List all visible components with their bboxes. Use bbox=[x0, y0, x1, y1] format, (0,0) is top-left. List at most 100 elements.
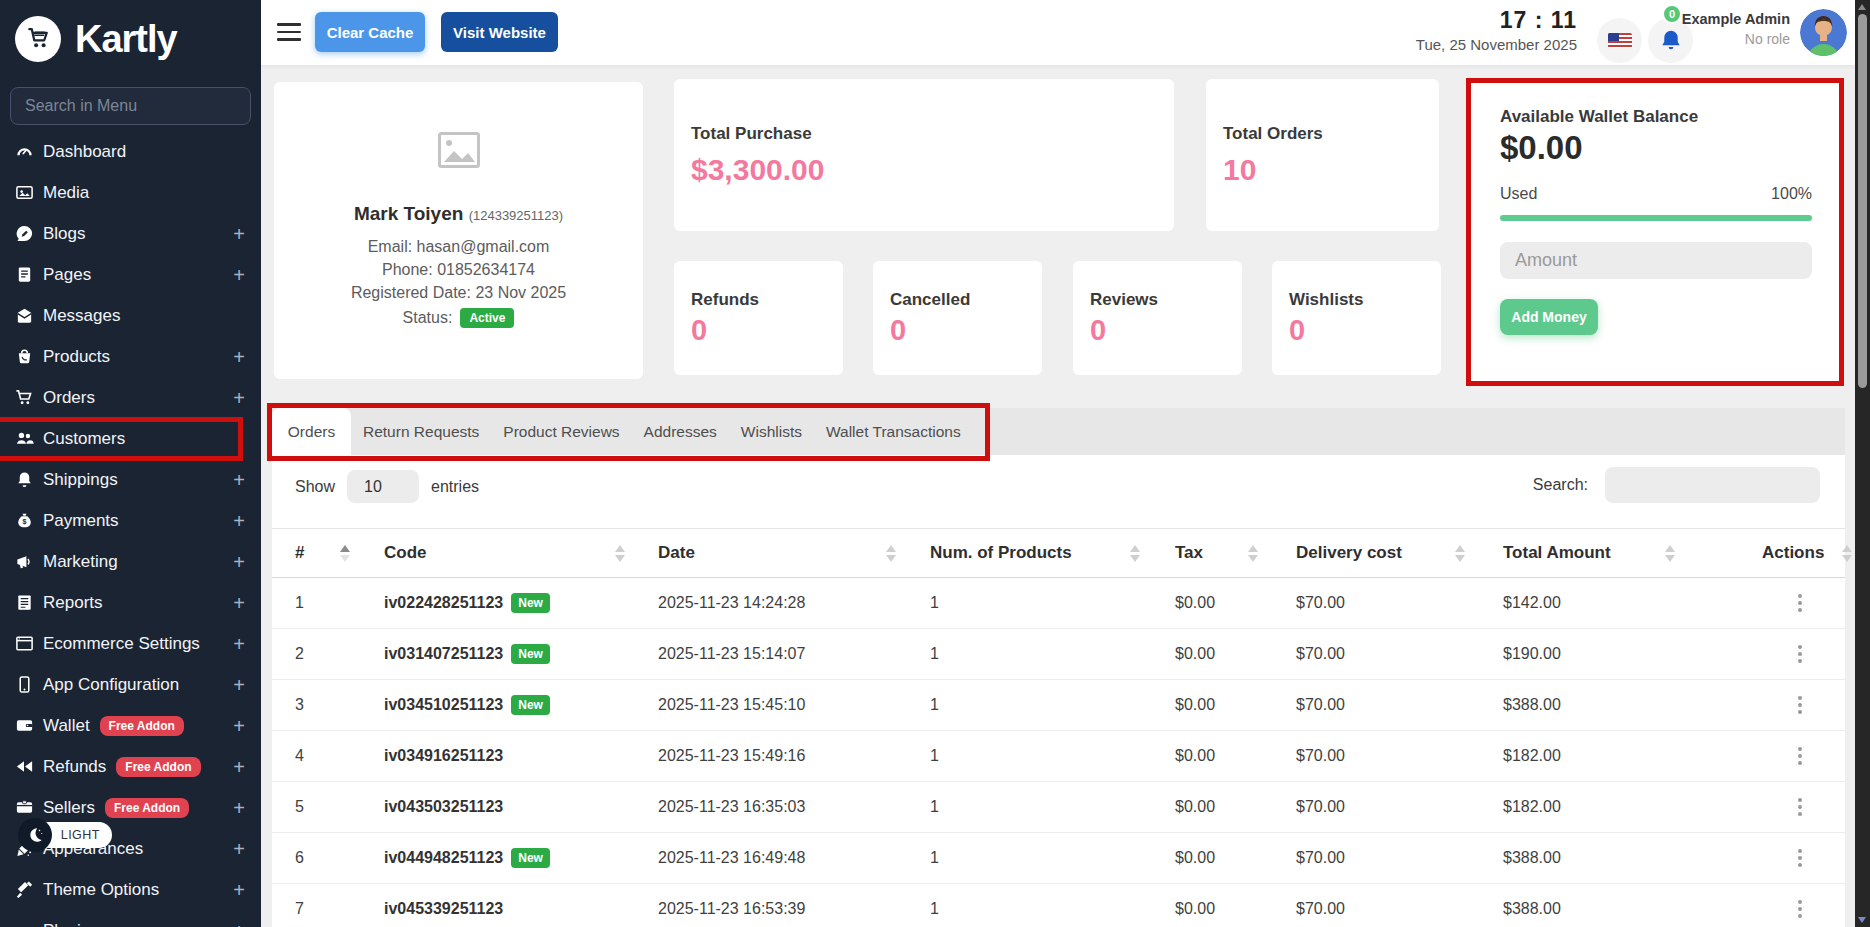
tab-product-reviews[interactable]: Product Reviews bbox=[491, 408, 631, 455]
column-header-tax[interactable]: Tax bbox=[1175, 529, 1296, 577]
column-header--[interactable]: # bbox=[295, 529, 384, 577]
sidebar-item-label: Pages bbox=[43, 265, 91, 285]
expand-plus-icon[interactable]: + bbox=[233, 755, 245, 778]
user-menu[interactable]: Example Admin No role bbox=[1682, 11, 1790, 47]
reports-icon bbox=[15, 593, 34, 612]
row-actions-menu[interactable] bbox=[1798, 696, 1802, 714]
tab-orders[interactable]: Orders bbox=[272, 408, 351, 455]
expand-plus-icon[interactable]: + bbox=[233, 386, 245, 409]
tab-wishlists[interactable]: Wishlists bbox=[729, 408, 814, 455]
stat-label: Reviews bbox=[1090, 290, 1242, 310]
sidebar-item-media[interactable]: Media bbox=[0, 172, 261, 213]
sidebar-item-label: Messages bbox=[43, 306, 120, 326]
expand-plus-icon[interactable]: + bbox=[233, 837, 245, 860]
sidebar-item-app-configuration[interactable]: App Configuration + bbox=[0, 664, 261, 705]
expand-plus-icon[interactable]: + bbox=[233, 468, 245, 491]
sidebar-item-payments[interactable]: $Payments+ bbox=[0, 500, 261, 541]
cell-code[interactable]: iv034916251123 bbox=[384, 731, 658, 781]
sort-icon[interactable] bbox=[886, 545, 896, 562]
amount-input[interactable] bbox=[1500, 242, 1812, 279]
expand-plus-icon[interactable]: + bbox=[233, 673, 245, 696]
sort-icon[interactable] bbox=[1248, 545, 1258, 562]
column-header-actions[interactable]: Actions bbox=[1762, 529, 1832, 577]
expand-plus-icon[interactable]: + bbox=[233, 796, 245, 819]
tab-return-requests[interactable]: Return Requests bbox=[351, 408, 491, 455]
theme-toggle[interactable]: LIGHT bbox=[18, 820, 108, 850]
sort-icon[interactable] bbox=[1665, 545, 1675, 562]
expand-plus-icon[interactable]: + bbox=[233, 222, 245, 245]
sidebar-item-messages[interactable]: Messages bbox=[0, 295, 261, 336]
sidebar-item-blogs[interactable]: Blogs+ bbox=[0, 213, 261, 254]
sort-icon[interactable] bbox=[340, 545, 350, 562]
cell-code[interactable]: iv022428251123New bbox=[384, 578, 658, 628]
sidebar-item-pages[interactable]: Pages + bbox=[0, 254, 261, 295]
expand-plus-icon[interactable]: + bbox=[233, 345, 245, 368]
row-actions-menu[interactable] bbox=[1798, 645, 1802, 663]
page-size-input[interactable] bbox=[347, 470, 419, 503]
row-actions-menu[interactable] bbox=[1798, 798, 1802, 816]
sidebar-item-label: Dashboard bbox=[43, 142, 126, 162]
sidebar-item-orders[interactable]: Orders + bbox=[0, 377, 261, 418]
scrollbar-thumb[interactable] bbox=[1858, 14, 1867, 388]
sort-icon[interactable] bbox=[1130, 545, 1140, 562]
hamburger-menu-icon[interactable] bbox=[277, 23, 301, 46]
sidebar-item-wallet[interactable]: WalletFree Addon+ bbox=[0, 705, 261, 746]
app-icon bbox=[15, 675, 34, 694]
row-actions-menu[interactable] bbox=[1798, 900, 1802, 918]
sidebar-item-marketing[interactable]: Marketing+ bbox=[0, 541, 261, 582]
table-body: 1iv022428251123New2025-11-23 14:24:281$0… bbox=[272, 578, 1845, 927]
sidebar-search-input[interactable] bbox=[10, 87, 251, 125]
scrollbar[interactable] bbox=[1855, 0, 1870, 927]
expand-plus-icon[interactable]: + bbox=[233, 509, 245, 532]
sidebar-item-reports[interactable]: Reports+ bbox=[0, 582, 261, 623]
row-actions-menu[interactable] bbox=[1798, 594, 1802, 612]
wallet-balance: $0.00 bbox=[1500, 129, 1812, 167]
sidebar-item-products[interactable]: Products+ bbox=[0, 336, 261, 377]
cell-code[interactable]: iv034510251123New bbox=[384, 680, 658, 730]
table-search-input[interactable] bbox=[1605, 467, 1820, 503]
row-actions-menu[interactable] bbox=[1798, 747, 1802, 765]
column-header-date[interactable]: Date bbox=[658, 529, 930, 577]
sidebar-item-dashboard[interactable]: Dashboard bbox=[0, 131, 261, 172]
expand-plus-icon[interactable]: + bbox=[233, 591, 245, 614]
sellers-icon bbox=[15, 798, 34, 817]
sidebar-item-customers[interactable]: Customers bbox=[0, 418, 261, 459]
expand-plus-icon[interactable]: + bbox=[233, 632, 245, 655]
sidebar-item-label: Orders bbox=[43, 388, 95, 408]
row-actions-menu[interactable] bbox=[1798, 849, 1802, 867]
sidebar-item-label: App Configuration bbox=[43, 675, 179, 695]
column-header-code[interactable]: Code bbox=[384, 529, 658, 577]
column-header-num-of-products[interactable]: Num. of Products bbox=[930, 529, 1175, 577]
avatar[interactable] bbox=[1800, 9, 1847, 56]
language-flag-button[interactable] bbox=[1597, 18, 1642, 63]
clear-cache-button[interactable]: Clear Cache bbox=[315, 12, 425, 52]
sidebar-item-theme-options[interactable]: Theme Options+ bbox=[0, 869, 261, 910]
sort-icon[interactable] bbox=[1455, 545, 1465, 562]
cell-code[interactable]: iv031407251123New bbox=[384, 629, 658, 679]
add-money-button[interactable]: Add Money bbox=[1500, 299, 1598, 335]
column-header-total-amount[interactable]: Total Amount bbox=[1503, 529, 1762, 577]
sidebar-item-shippings[interactable]: Shippings+ bbox=[0, 459, 261, 500]
brand-logo[interactable]: Kartly bbox=[15, 16, 177, 62]
sidebar-item-refunds[interactable]: RefundsFree Addon+ bbox=[0, 746, 261, 787]
scroll-down-arrow[interactable] bbox=[1858, 917, 1866, 923]
scroll-up-arrow[interactable] bbox=[1858, 4, 1866, 10]
cell-code[interactable]: iv043503251123 bbox=[384, 782, 658, 832]
sort-icon[interactable] bbox=[615, 545, 625, 562]
sidebar-item-plugins[interactable]: {#}Plugins+ bbox=[0, 910, 261, 927]
sort-icon[interactable] bbox=[1842, 545, 1852, 562]
orders-panel: Show entries Search: #CodeDateNum. of Pr… bbox=[272, 455, 1845, 927]
cell-code[interactable]: iv045339251123 bbox=[384, 884, 658, 927]
expand-plus-icon[interactable]: + bbox=[233, 714, 245, 737]
visit-website-button[interactable]: Visit Website bbox=[441, 12, 558, 52]
tab-addresses[interactable]: Addresses bbox=[632, 408, 729, 455]
expand-plus-icon[interactable]: + bbox=[233, 919, 245, 927]
expand-plus-icon[interactable]: + bbox=[233, 878, 245, 901]
order-row: 2iv031407251123New2025-11-23 15:14:071$0… bbox=[272, 629, 1845, 680]
expand-plus-icon[interactable]: + bbox=[233, 263, 245, 286]
cell-code[interactable]: iv044948251123New bbox=[384, 833, 658, 883]
expand-plus-icon[interactable]: + bbox=[233, 550, 245, 573]
sidebar-item-ecommerce-settings[interactable]: Ecommerce Settings+ bbox=[0, 623, 261, 664]
tab-wallet-transactions[interactable]: Wallet Transactions bbox=[814, 408, 973, 455]
column-header-delivery-cost[interactable]: Delivery cost bbox=[1296, 529, 1503, 577]
